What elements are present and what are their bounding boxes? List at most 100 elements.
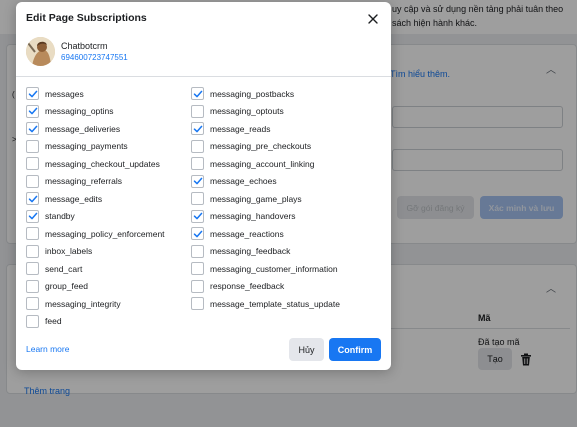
subscription-field-row[interactable]: messaging_referrals: [26, 173, 165, 191]
subscription-checkbox[interactable]: [26, 104, 39, 118]
subscription-checkbox[interactable]: [191, 279, 204, 293]
subscription-field-row[interactable]: message_edits: [26, 190, 165, 208]
subscription-field-row[interactable]: messaging_optins: [26, 103, 165, 121]
subscription-fields-right: messaging_postbacks messaging_optoutsmess…: [191, 85, 340, 313]
subscription-checkbox[interactable]: [26, 314, 39, 328]
subscription-checkbox[interactable]: [26, 244, 39, 258]
subscription-field-row[interactable]: inbox_labels: [26, 243, 165, 261]
subscription-checkbox[interactable]: [26, 209, 39, 223]
dialog-title: Edit Page Subscriptions: [26, 12, 147, 24]
subscription-field-label: messaging_integrity: [45, 298, 121, 309]
subscription-field-row[interactable]: messaging_feedback: [191, 243, 340, 261]
subscription-field-row[interactable]: group_feed: [26, 278, 165, 296]
avatar: [26, 36, 55, 66]
checkmark-icon: [193, 125, 202, 133]
subscription-checkbox[interactable]: [26, 122, 39, 136]
subscription-checkbox[interactable]: [191, 262, 204, 276]
subscription-checkbox[interactable]: [191, 104, 204, 118]
subscription-field-row[interactable]: messaging_optouts: [191, 103, 340, 121]
checkmark-icon: [193, 212, 202, 220]
subscription-field-label: message_template_status_update: [210, 298, 340, 309]
subscription-field-label: messaging_postbacks: [210, 88, 295, 99]
subscription-field-label: messaging_payments: [45, 141, 128, 152]
close-button[interactable]: [366, 12, 380, 26]
subscription-checkbox[interactable]: [191, 157, 204, 171]
subscription-field-row[interactable]: messaging_pre_checkouts: [191, 138, 340, 156]
subscription-field-label: group_feed: [45, 281, 89, 292]
checkmark-icon: [28, 107, 37, 115]
subscription-field-row[interactable]: standby: [26, 208, 165, 226]
edit-subscriptions-dialog: Edit Page Subscriptions Chatbotcrm 69460…: [16, 2, 391, 370]
subscription-field-label: messaging_policy_enforcement: [45, 228, 165, 239]
subscription-checkbox[interactable]: [26, 87, 39, 101]
subscription-checkbox[interactable]: [191, 87, 204, 101]
subscription-checkbox[interactable]: [191, 227, 204, 241]
subscription-field-row[interactable]: messaging_postbacks: [191, 85, 340, 103]
subscription-field-label: messaging_optouts: [210, 106, 284, 117]
subscription-field-row[interactable]: messaging_integrity: [26, 295, 165, 313]
page-text: Chatbotcrm 694600723747551: [61, 40, 128, 63]
subscription-field-label: messaging_handovers: [210, 211, 296, 222]
page-info: Chatbotcrm 694600723747551: [26, 36, 128, 66]
subscription-field-label: messages: [45, 88, 84, 99]
subscription-field-label: messaging_customer_information: [210, 263, 338, 274]
subscription-field-label: response_feedback: [210, 281, 285, 292]
dialog-divider: [16, 76, 391, 77]
learn-more-link[interactable]: Learn more: [26, 344, 69, 354]
subscription-field-label: messaging_referrals: [45, 176, 123, 187]
subscription-field-label: message_echoes: [210, 176, 277, 187]
subscription-field-row[interactable]: message_reactions: [191, 225, 340, 243]
subscription-field-row[interactable]: messaging_handovers: [191, 208, 340, 226]
subscription-field-label: inbox_labels: [45, 246, 93, 257]
subscription-checkbox[interactable]: [26, 262, 39, 276]
subscription-field-row[interactable]: feed: [26, 313, 165, 331]
subscription-checkbox[interactable]: [26, 174, 39, 188]
subscription-field-label: message_edits: [45, 193, 103, 204]
subscription-field-label: messaging_account_linking: [210, 158, 315, 169]
close-icon: [368, 14, 378, 24]
subscription-checkbox[interactable]: [191, 174, 204, 188]
subscription-field-row[interactable]: messaging_account_linking: [191, 155, 340, 173]
subscription-field-row[interactable]: message_deliveries: [26, 120, 165, 138]
subscription-field-row[interactable]: messaging_customer_information: [191, 260, 340, 278]
subscription-fields-left: messages messaging_optins message_deliveri…: [26, 85, 165, 330]
subscription-field-row[interactable]: messaging_checkout_updates: [26, 155, 165, 173]
subscription-field-label: messaging_pre_checkouts: [210, 141, 312, 152]
subscription-field-row[interactable]: messaging_game_plays: [191, 190, 340, 208]
checkmark-icon: [28, 90, 37, 98]
subscription-checkbox[interactable]: [191, 192, 204, 206]
subscription-field-label: messaging_game_plays: [210, 193, 302, 204]
subscription-checkbox[interactable]: [26, 279, 39, 293]
subscription-field-label: message_reads: [210, 123, 271, 134]
subscription-field-row[interactable]: messaging_policy_enforcement: [26, 225, 165, 243]
subscription-field-label: message_deliveries: [45, 123, 121, 134]
subscription-field-row[interactable]: messages: [26, 85, 165, 103]
subscription-field-label: standby: [45, 211, 75, 222]
checkmark-icon: [193, 90, 202, 98]
subscription-field-label: messaging_checkout_updates: [45, 158, 160, 169]
subscription-checkbox[interactable]: [191, 209, 204, 223]
subscription-checkbox[interactable]: [191, 297, 204, 311]
subscription-checkbox[interactable]: [26, 139, 39, 153]
subscription-field-row[interactable]: message_template_status_update: [191, 295, 340, 313]
subscription-field-row[interactable]: send_cart: [26, 260, 165, 278]
subscription-checkbox[interactable]: [26, 192, 39, 206]
subscription-checkbox[interactable]: [26, 157, 39, 171]
checkmark-icon: [28, 212, 37, 220]
page-id[interactable]: 694600723747551: [61, 52, 128, 63]
subscription-checkbox[interactable]: [191, 122, 204, 136]
subscription-checkbox[interactable]: [26, 297, 39, 311]
subscription-field-label: messaging_optins: [45, 106, 114, 117]
subscription-field-label: messaging_feedback: [210, 246, 291, 257]
subscription-checkbox[interactable]: [26, 227, 39, 241]
page-name: Chatbotcrm: [61, 40, 108, 51]
confirm-button[interactable]: Confirm: [329, 338, 381, 361]
subscription-field-row[interactable]: message_echoes: [191, 173, 340, 191]
subscription-field-row[interactable]: messaging_payments: [26, 138, 165, 156]
checkmark-icon: [28, 195, 37, 203]
subscription-checkbox[interactable]: [191, 139, 204, 153]
subscription-checkbox[interactable]: [191, 244, 204, 258]
cancel-button[interactable]: Hủy: [289, 338, 324, 361]
subscription-field-row[interactable]: message_reads: [191, 120, 340, 138]
subscription-field-row[interactable]: response_feedback: [191, 278, 340, 296]
